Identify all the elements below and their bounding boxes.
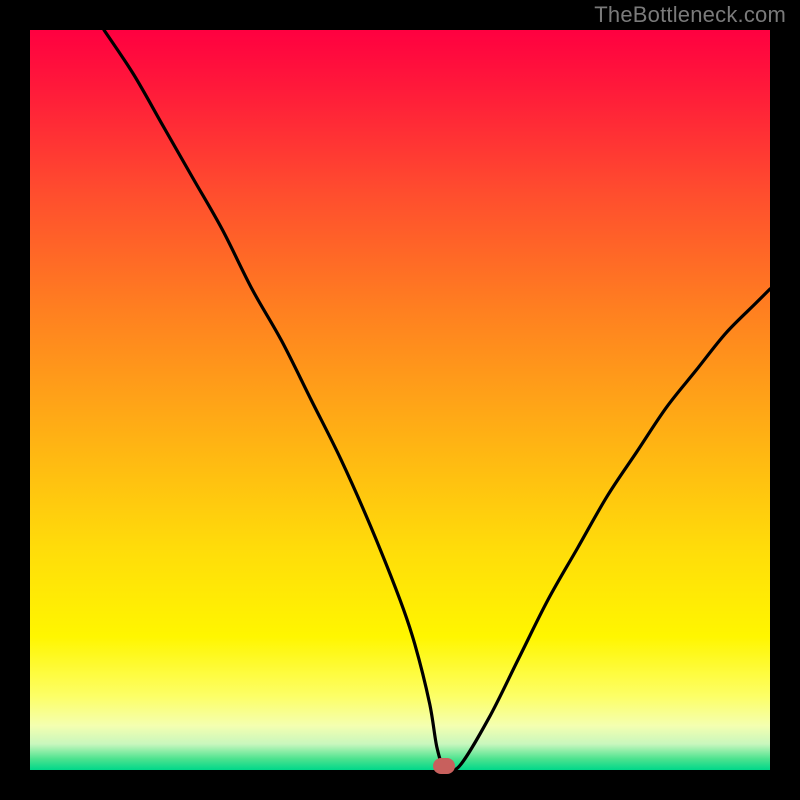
watermark-text: TheBottleneck.com xyxy=(594,2,786,28)
plot-area xyxy=(30,30,770,770)
gradient-background xyxy=(30,30,770,770)
chart-svg xyxy=(30,30,770,770)
optimum-marker xyxy=(433,758,455,774)
chart-frame: TheBottleneck.com xyxy=(0,0,800,800)
